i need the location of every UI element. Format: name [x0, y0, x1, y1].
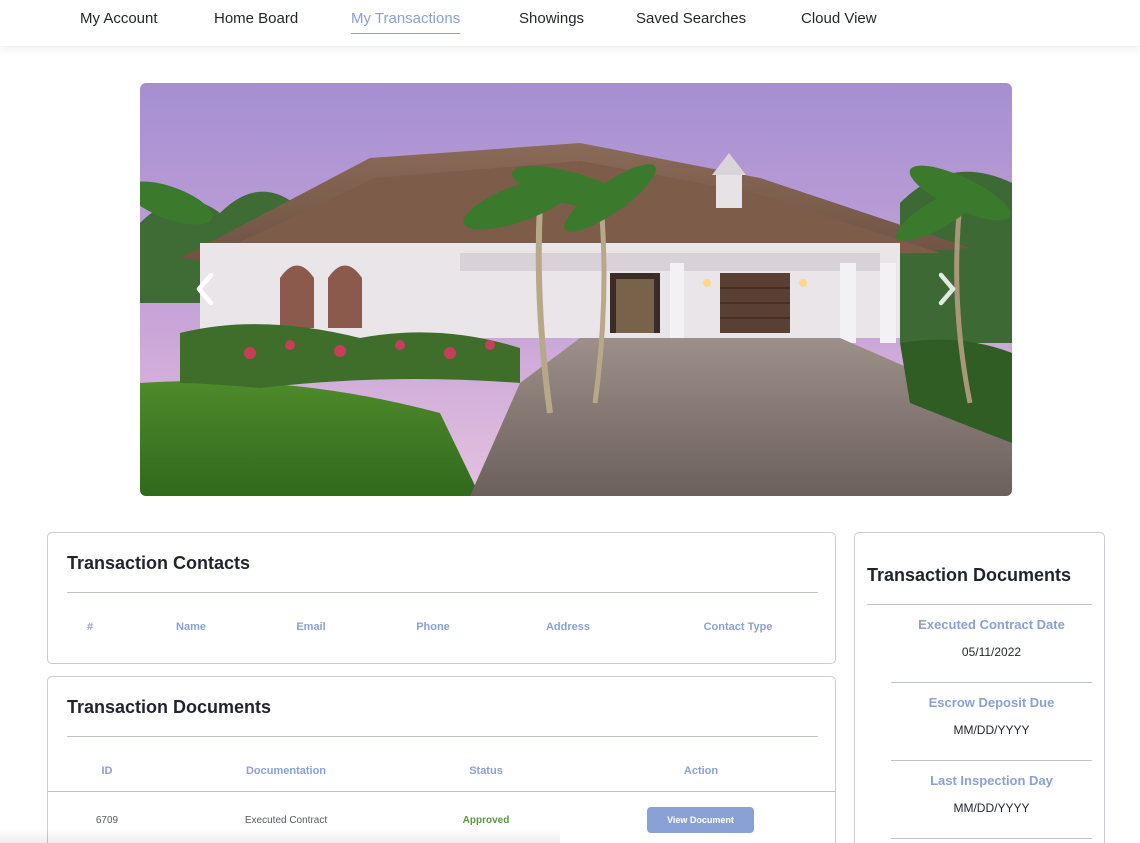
side-divider — [891, 682, 1092, 683]
contacts-col-contact-type: Contact Type — [703, 621, 773, 633]
transaction-documents-title: Transaction Documents — [67, 697, 272, 717]
documents-header-divider — [48, 791, 835, 792]
nav-showings[interactable]: Showings — [519, 10, 584, 27]
contacts-col-email: Email — [296, 621, 326, 633]
view-document-button[interactable]: View Document — [647, 807, 754, 833]
escrow-deposit-due-value: MM/DD/YYYY — [953, 723, 1030, 737]
top-nav: My Account Home Board My Transactions Sh… — [0, 0, 1140, 47]
side-divider — [891, 838, 1092, 839]
last-inspection-day-label: Last Inspection Day — [930, 773, 1053, 788]
executed-contract-date-field: Executed Contract Date 05/11/2022 — [891, 617, 1092, 667]
nav-my-transactions-label: My Transactions — [351, 10, 461, 27]
nav-my-account[interactable]: My Account — [80, 10, 158, 27]
chevron-right-icon — [938, 272, 956, 306]
documents-col-action: Action — [683, 765, 719, 777]
nav-saved-searches[interactable]: Saved Searches — [636, 10, 746, 27]
chevron-left-icon — [196, 272, 214, 306]
property-photo — [140, 83, 1012, 496]
transaction-contacts-title: Transaction Contacts — [67, 553, 251, 573]
contacts-col-phone: Phone — [416, 621, 450, 633]
executed-contract-date-value: 05/11/2022 — [961, 645, 1022, 659]
document-name: Executed Contract — [244, 815, 328, 826]
contacts-col-name: Name — [176, 621, 206, 633]
active-tab-underline — [351, 33, 461, 34]
carousel-prev-button[interactable] — [187, 269, 223, 309]
nav-cloud-view[interactable]: Cloud View — [801, 10, 877, 27]
nav-my-transactions[interactable]: My Transactions — [351, 10, 461, 34]
side-title-divider — [867, 604, 1092, 605]
documents-col-id: ID — [101, 765, 113, 777]
side-divider — [891, 760, 1092, 761]
transaction-contacts-card: Transaction Contacts # Name Email Phone … — [47, 532, 836, 664]
contacts-divider — [67, 592, 818, 593]
documents-col-documentation: Documentation — [245, 765, 327, 777]
contacts-col-number: # — [86, 621, 94, 633]
bottom-shadow — [0, 829, 560, 843]
escrow-deposit-due-label: Escrow Deposit Due — [928, 695, 1055, 710]
transaction-dates-card: Transaction Documents Executed Contract … — [854, 532, 1105, 843]
documents-col-status: Status — [469, 765, 503, 777]
transaction-dates-title: Transaction Documents — [867, 565, 1072, 585]
status-badge: Approved — [462, 815, 510, 826]
last-inspection-day-value: MM/DD/YYYY — [953, 801, 1030, 815]
executed-contract-date-label: Executed Contract Date — [918, 617, 1065, 632]
document-id: 6709 — [95, 815, 119, 826]
property-photo-carousel — [140, 83, 1012, 496]
last-inspection-day-field: Last Inspection Day MM/DD/YYYY — [891, 773, 1092, 823]
carousel-next-button[interactable] — [929, 269, 965, 309]
documents-divider — [67, 736, 818, 737]
transaction-documents-card: Transaction Documents ID Documentation S… — [47, 676, 836, 843]
contacts-col-address: Address — [545, 621, 591, 633]
escrow-deposit-due-field: Escrow Deposit Due MM/DD/YYYY — [891, 695, 1092, 745]
nav-home-board[interactable]: Home Board — [214, 10, 298, 27]
